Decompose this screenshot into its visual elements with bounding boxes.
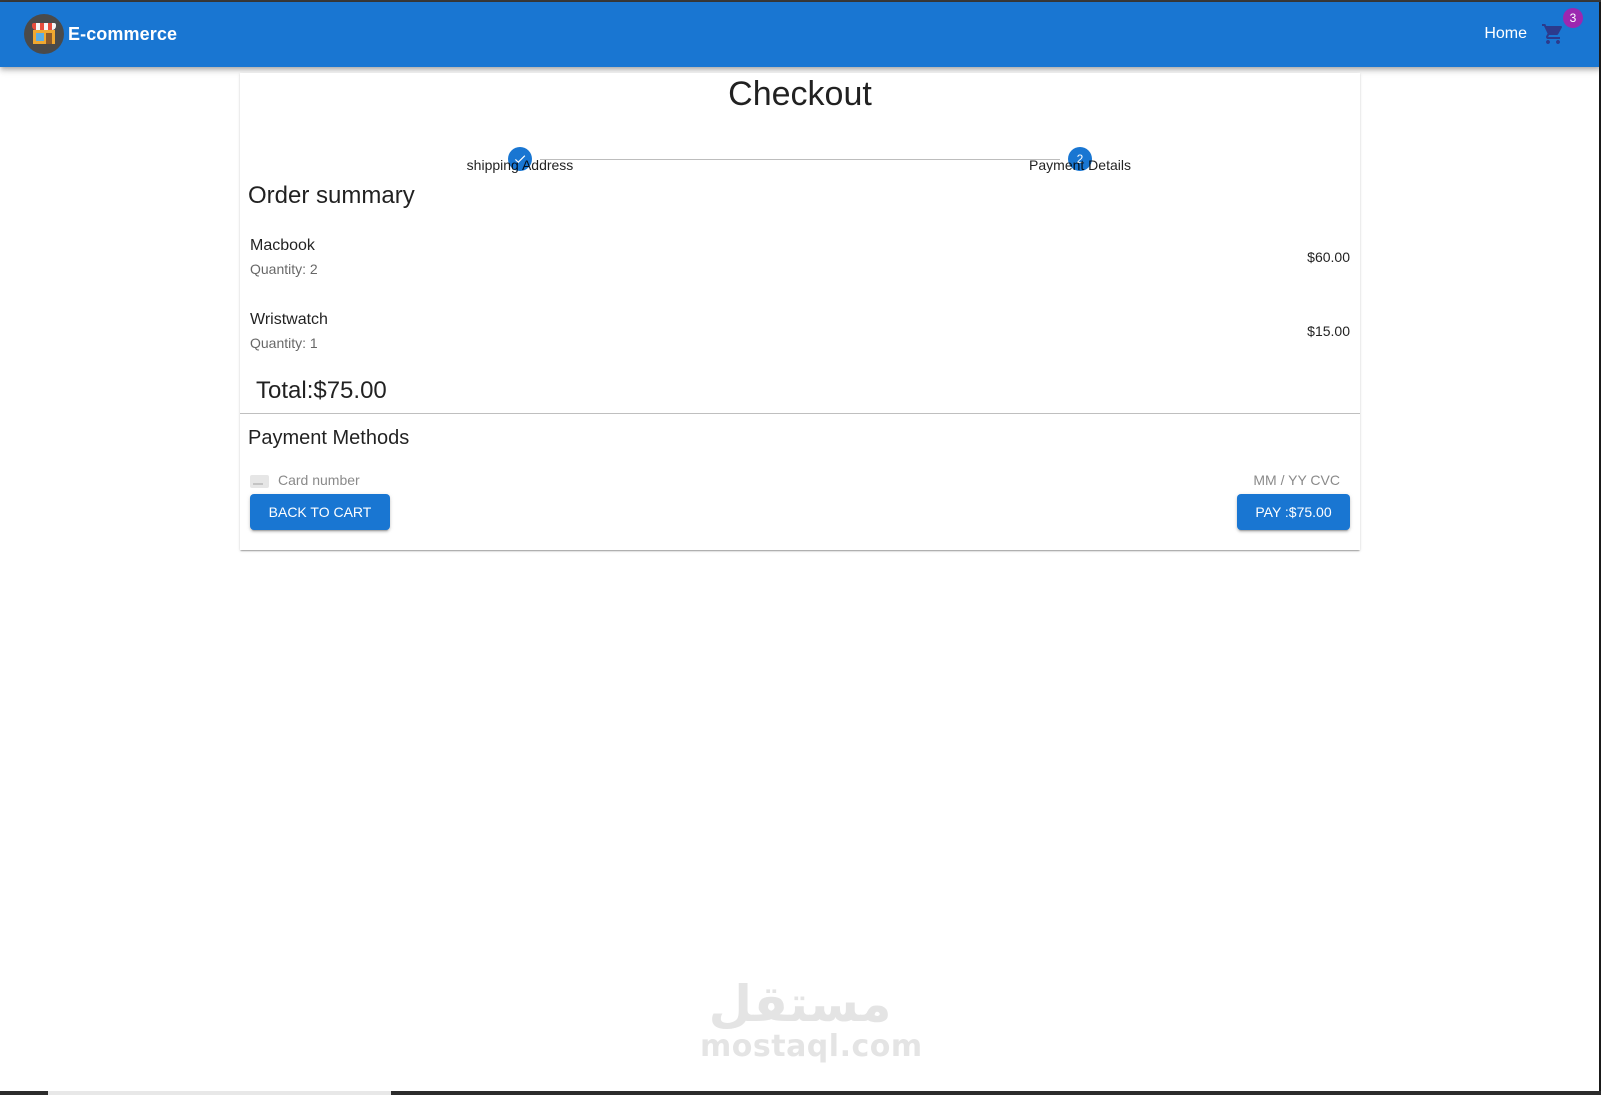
brand-name[interactable]: E-commerce bbox=[68, 24, 177, 45]
shopping-cart-icon bbox=[1542, 24, 1563, 44]
bottom-strip-segment bbox=[48, 1091, 391, 1095]
card-number-input[interactable]: Card number bbox=[278, 472, 360, 488]
item-price: $15.00 bbox=[1307, 323, 1350, 339]
card-input-field[interactable]: Card number MM / YY CVC bbox=[250, 472, 1350, 492]
step-label-payment: Payment Details bbox=[1029, 157, 1131, 173]
brand[interactable]: E-commerce bbox=[24, 14, 177, 54]
app-bar: E-commerce Home 3 bbox=[0, 2, 1601, 67]
item-price: $60.00 bbox=[1307, 249, 1350, 265]
payment-methods-title: Payment Methods bbox=[248, 427, 410, 449]
list-item: Macbook Quantity: 2 $60.00 bbox=[250, 237, 1350, 287]
watermark-arabic: مستقل bbox=[708, 975, 892, 1033]
item-name: Macbook bbox=[250, 237, 315, 254]
expiry-cvc-input[interactable]: MM / YY CVC bbox=[1253, 472, 1340, 488]
page-title: Checkout bbox=[728, 75, 872, 113]
shop-logo-icon[interactable] bbox=[24, 14, 64, 54]
step-label-shipping: shipping Address bbox=[466, 157, 574, 173]
pay-button[interactable]: PAY :$75.00 bbox=[1237, 494, 1350, 530]
credit-card-icon bbox=[250, 475, 269, 488]
item-name: Wristwatch bbox=[250, 311, 328, 328]
cart-button[interactable]: 3 bbox=[1541, 8, 1583, 46]
section-divider bbox=[240, 413, 1360, 414]
back-to-cart-button[interactable]: Back to cart bbox=[250, 494, 390, 530]
order-summary-title: Order summary bbox=[248, 182, 415, 209]
item-quantity: Quantity: 2 bbox=[250, 261, 318, 277]
page: E-commerce Home 3 Checkout 2 shipping Ad… bbox=[0, 0, 1601, 1095]
watermark: مستقل mostaql.com bbox=[700, 975, 923, 1064]
order-total: Total:$75.00 bbox=[256, 377, 387, 404]
item-quantity: Quantity: 1 bbox=[250, 335, 318, 351]
list-item: Wristwatch Quantity: 1 $15.00 bbox=[250, 311, 1350, 361]
nav-right: Home 3 bbox=[1484, 8, 1583, 46]
home-link[interactable]: Home bbox=[1484, 25, 1527, 43]
watermark-latin: mostaql.com bbox=[700, 1029, 923, 1064]
cart-count-badge: 3 bbox=[1563, 8, 1583, 28]
bottom-strip bbox=[0, 1091, 1601, 1095]
checkout-card: Checkout 2 shipping Address Payment Deta… bbox=[240, 73, 1360, 550]
